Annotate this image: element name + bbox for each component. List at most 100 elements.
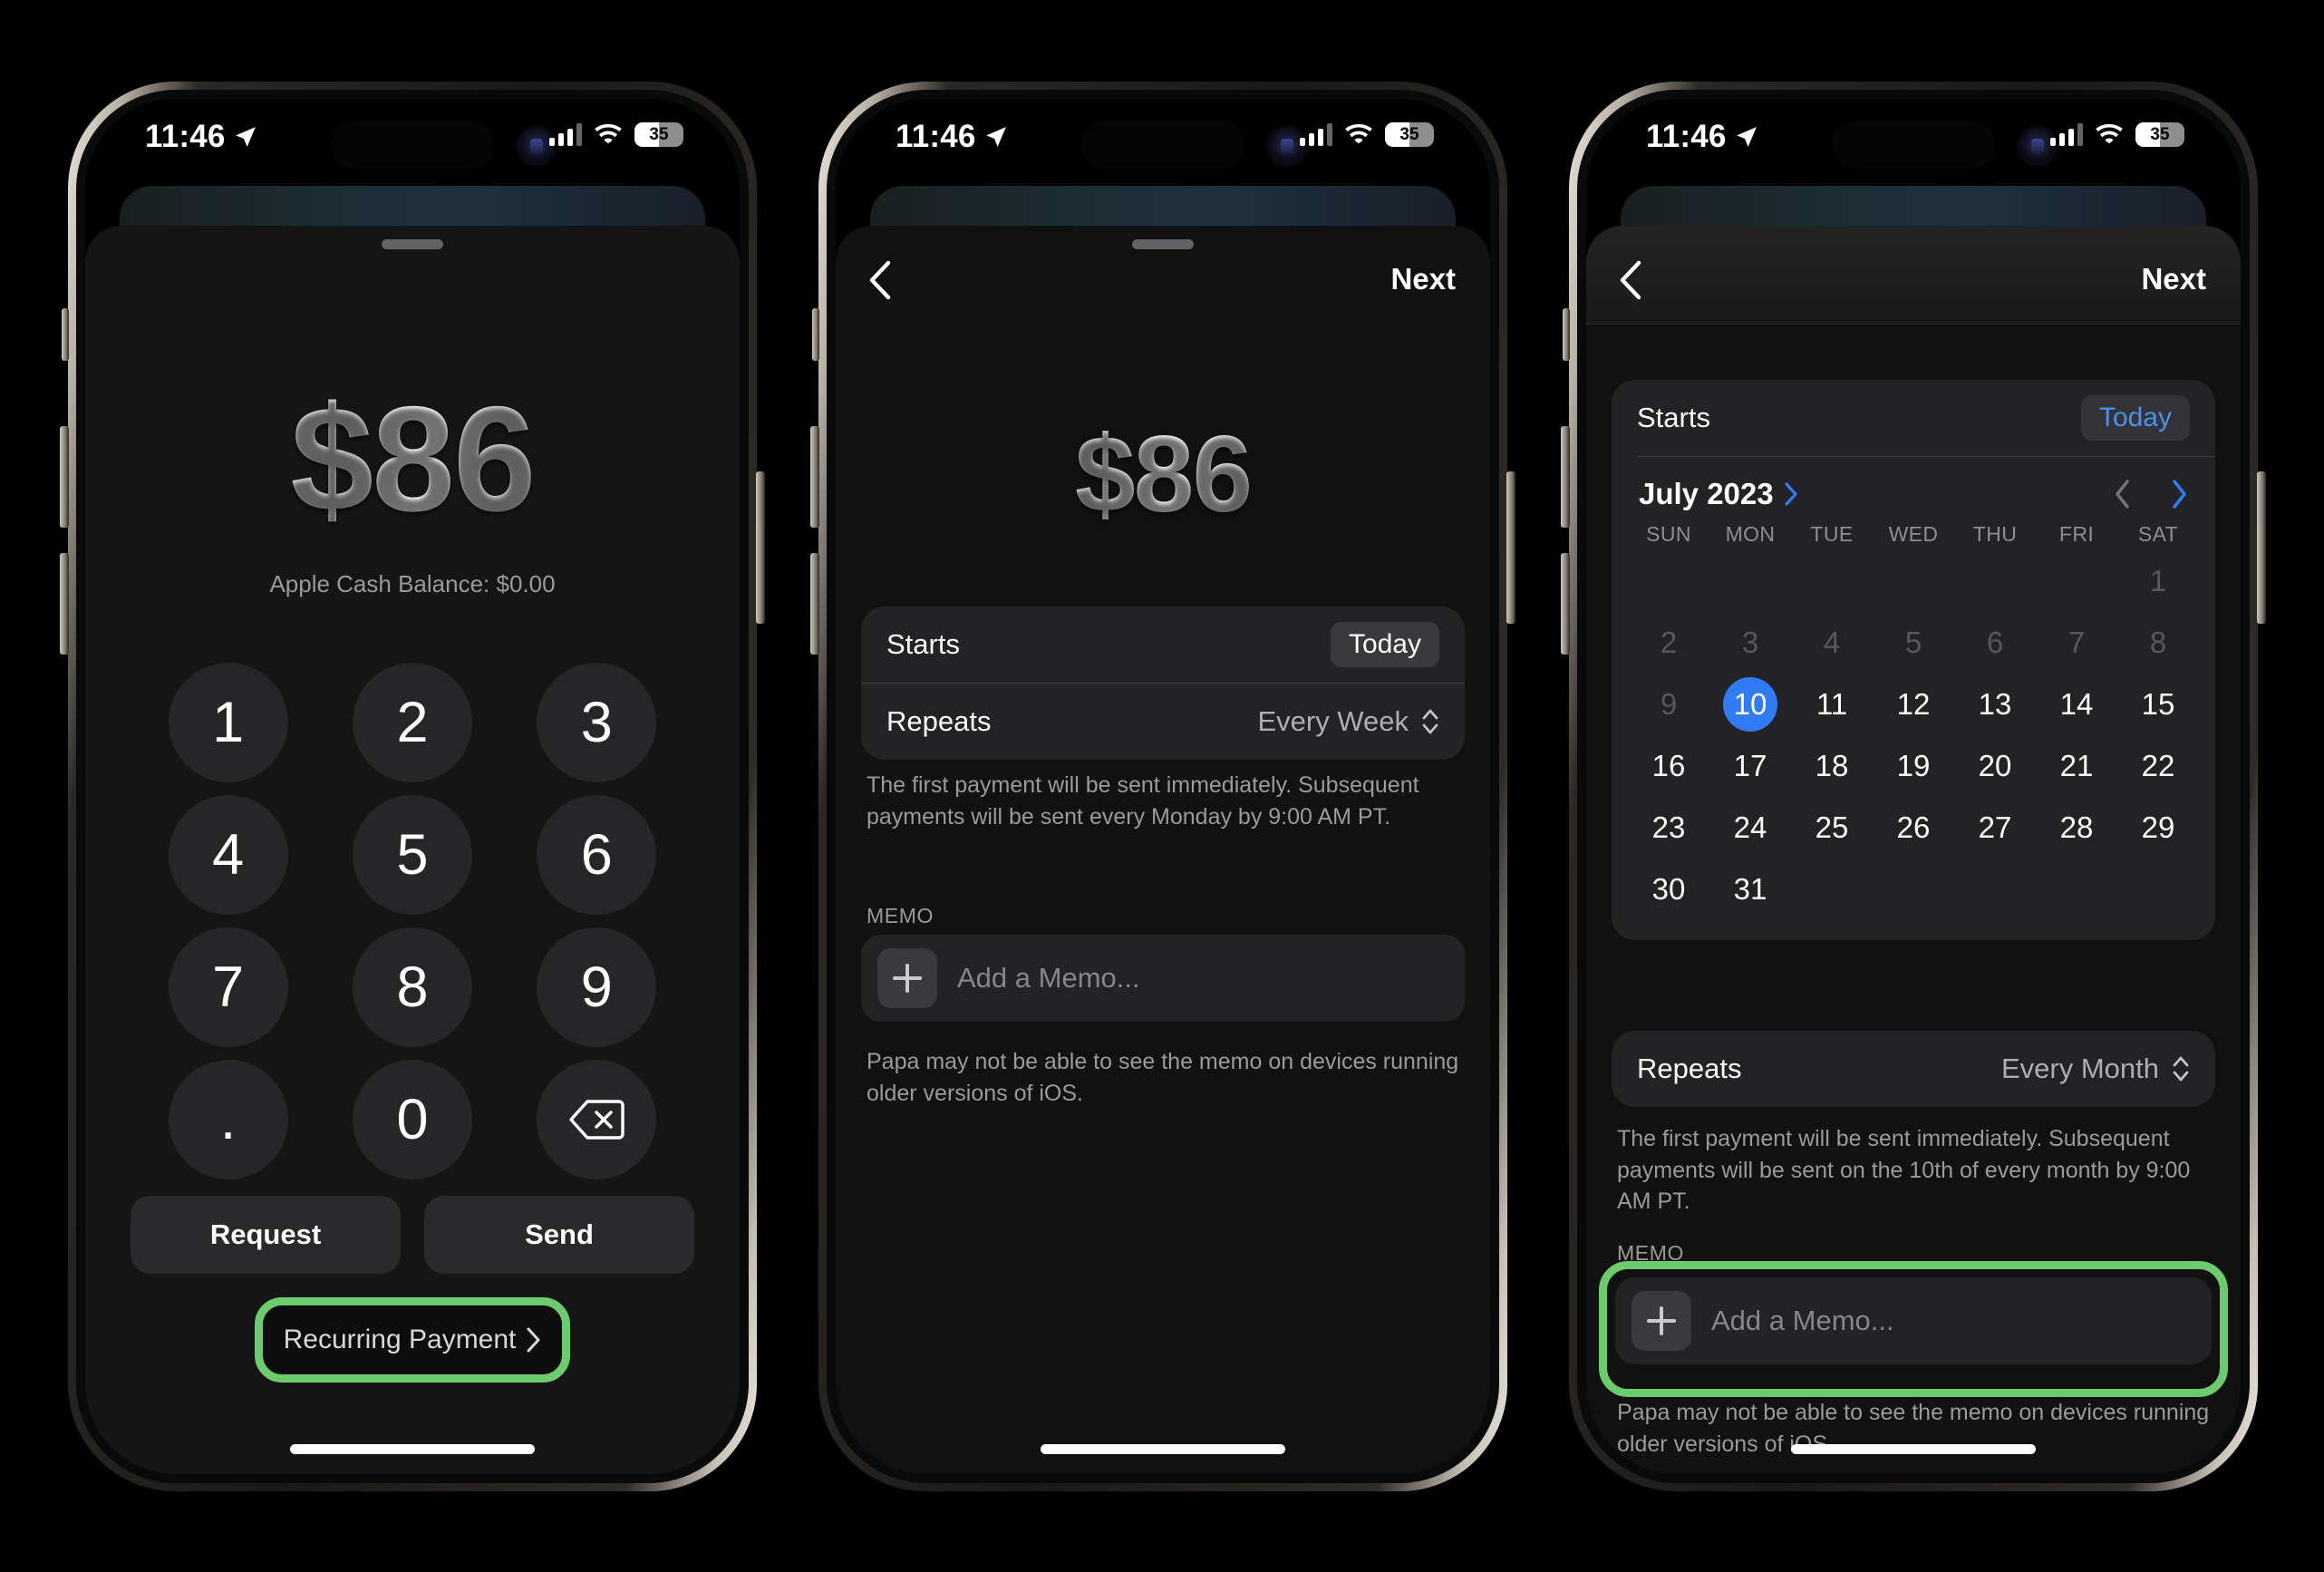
key-6[interactable]: 6 xyxy=(537,795,657,915)
amount-display-1: $86 xyxy=(85,384,740,534)
power-button-3[interactable] xyxy=(2257,471,2266,624)
calendar-day-5: 5 xyxy=(1904,626,1922,659)
calendar-day-9: 9 xyxy=(1660,687,1678,721)
memo-input-3[interactable]: Add a Memo... xyxy=(1615,1277,2212,1364)
calendar-day-18[interactable]: 18 xyxy=(1791,735,1873,797)
power-button-1[interactable] xyxy=(756,471,765,624)
key-3[interactable]: 3 xyxy=(537,663,657,782)
calendar-day-26[interactable]: 26 xyxy=(1873,797,1954,859)
calendar-month-button[interactable]: July 2023 xyxy=(1639,477,1798,511)
calendar-day-16[interactable]: 16 xyxy=(1628,735,1709,797)
calendar-day-11[interactable]: 11 xyxy=(1791,674,1873,735)
key-8[interactable]: 8 xyxy=(352,927,472,1047)
volume-up-button-2[interactable] xyxy=(810,426,819,528)
next-button-2[interactable]: Next xyxy=(1390,262,1456,296)
repeats-value-wrap-3[interactable]: Every Month xyxy=(2001,1053,2190,1085)
weekday-sat: SAT xyxy=(2137,522,2179,546)
calendar-day-28[interactable]: 28 xyxy=(2036,797,2117,859)
starts-value-2[interactable]: Today xyxy=(1330,622,1439,667)
calendar-day-blank xyxy=(1791,550,1873,612)
key-1[interactable]: 1 xyxy=(168,663,288,782)
weekday-thu: THU xyxy=(1972,522,2018,546)
request-button[interactable]: Request xyxy=(131,1196,401,1274)
repeats-row-3[interactable]: Repeats Every Month xyxy=(1612,1031,2215,1107)
volume-down-button-1[interactable] xyxy=(60,553,69,655)
calendar-day-17[interactable]: 17 xyxy=(1709,735,1791,797)
next-button-3[interactable]: Next xyxy=(2141,262,2206,296)
status-indicators-3: 35 xyxy=(2050,122,2184,147)
repeats-row-2[interactable]: Repeats Every Week xyxy=(861,683,1465,760)
status-time-1: 11:46 xyxy=(145,119,257,155)
calendar-prev-month-icon[interactable] xyxy=(2114,479,2132,509)
starts-value-3[interactable]: Today xyxy=(2080,395,2190,441)
volume-down-button-2[interactable] xyxy=(810,553,819,655)
volume-down-button-3[interactable] xyxy=(1561,553,1570,655)
memo-input-2[interactable]: Add a Memo... xyxy=(861,935,1465,1022)
recurring-sheet-3: Next Starts Today July 2023 SUN MON TUE … xyxy=(1586,226,2241,1474)
calendar-day-15[interactable]: 15 xyxy=(2117,674,2199,735)
chevron-left-icon-2[interactable] xyxy=(868,260,892,300)
calendar-day-10[interactable]: 10 xyxy=(1709,674,1791,735)
key-5[interactable]: 5 xyxy=(352,795,472,915)
calendar-day-30[interactable]: 30 xyxy=(1628,859,1709,920)
calendar-day-grid: 1 2 3 4 5 6 7 8 9 10 11 12 13 14 15 16 17 18 19 20 21 22 23 24 2… xyxy=(1612,547,2215,940)
recurring-payment-button[interactable]: Recurring Payment xyxy=(263,1305,562,1374)
calendar-day-24[interactable]: 24 xyxy=(1709,797,1791,859)
battery-icon-3: 35 xyxy=(2135,122,2184,147)
delete-icon[interactable] xyxy=(537,1060,657,1179)
calendar-day-1: 1 xyxy=(2149,564,2167,597)
wifi-icon-1 xyxy=(595,123,622,143)
sheet-grabber-1[interactable] xyxy=(382,239,443,249)
volume-up-button-1[interactable] xyxy=(60,426,69,528)
home-indicator-2 xyxy=(1041,1444,1285,1454)
plus-icon-3[interactable] xyxy=(1632,1291,1691,1351)
starts-row-2[interactable]: Starts Today xyxy=(861,606,1465,683)
calendar-day-8: 8 xyxy=(2149,626,2167,659)
starts-row-3[interactable]: Starts Today xyxy=(1612,380,2215,456)
silence-switch-1[interactable] xyxy=(62,308,69,361)
volume-up-button-3[interactable] xyxy=(1561,426,1570,528)
key-4[interactable]: 4 xyxy=(168,795,288,915)
send-button[interactable]: Send xyxy=(424,1196,694,1274)
calendar-day-25[interactable]: 25 xyxy=(1791,797,1873,859)
calendar-selected-day[interactable]: 10 xyxy=(1723,677,1777,732)
calendar-day-19[interactable]: 19 xyxy=(1873,735,1954,797)
recurring-sheet-2: Next $86 Starts Today Repeats Every Week xyxy=(836,226,1490,1474)
calendar-day-blank xyxy=(2036,550,2117,612)
status-bar-3: 11:46 35 xyxy=(1586,99,2241,182)
status-time-3: 11:46 xyxy=(1646,119,1758,155)
calendar-day-21[interactable]: 21 xyxy=(2036,735,2117,797)
phone-screen-3: 11:46 35 Next Starts Today July 2023 SUN… xyxy=(1586,99,2241,1474)
wifi-icon-2 xyxy=(1345,123,1372,143)
silence-switch-2[interactable] xyxy=(812,308,819,361)
calendar-day-blank xyxy=(1873,550,1954,612)
key-2[interactable]: 2 xyxy=(352,663,472,782)
calendar-day-27[interactable]: 27 xyxy=(1954,797,2036,859)
up-down-chevron-icon-3 xyxy=(2173,1056,2189,1082)
calendar-next-month-icon[interactable] xyxy=(2170,479,2188,509)
calendar-day-13[interactable]: 13 xyxy=(1954,674,2036,735)
key-7[interactable]: 7 xyxy=(168,927,288,1047)
payment-sheet-1: $86 Apple Cash Balance: $0.00 1 2 3 4 5 … xyxy=(85,226,740,1474)
key-0[interactable]: 0 xyxy=(352,1060,472,1179)
silence-switch-3[interactable] xyxy=(1563,308,1570,361)
calendar-day-29[interactable]: 29 xyxy=(2117,797,2199,859)
repeats-value-wrap-2[interactable]: Every Week xyxy=(1257,705,1439,738)
calendar-day-22[interactable]: 22 xyxy=(2117,735,2199,797)
calendar-day-12[interactable]: 12 xyxy=(1873,674,1954,735)
key-decimal[interactable]: . xyxy=(168,1060,288,1179)
starts-label-2: Starts xyxy=(886,628,960,660)
chevron-left-icon-3[interactable] xyxy=(1619,260,1642,300)
calendar-day-14[interactable]: 14 xyxy=(2036,674,2117,735)
calendar-nav-arrows xyxy=(2114,479,2188,509)
key-9[interactable]: 9 xyxy=(537,927,657,1047)
plus-icon-2[interactable] xyxy=(877,948,937,1008)
chevron-right-icon-1 xyxy=(527,1327,540,1353)
action-buttons-row: Request Send xyxy=(131,1196,694,1274)
calendar-day-20[interactable]: 20 xyxy=(1954,735,2036,797)
chevron-right-icon-month xyxy=(1785,482,1797,506)
power-button-2[interactable] xyxy=(1506,471,1515,624)
calendar-day-23[interactable]: 23 xyxy=(1628,797,1709,859)
status-indicators-2: 35 xyxy=(1300,122,1434,147)
calendar-day-31[interactable]: 31 xyxy=(1709,859,1791,920)
